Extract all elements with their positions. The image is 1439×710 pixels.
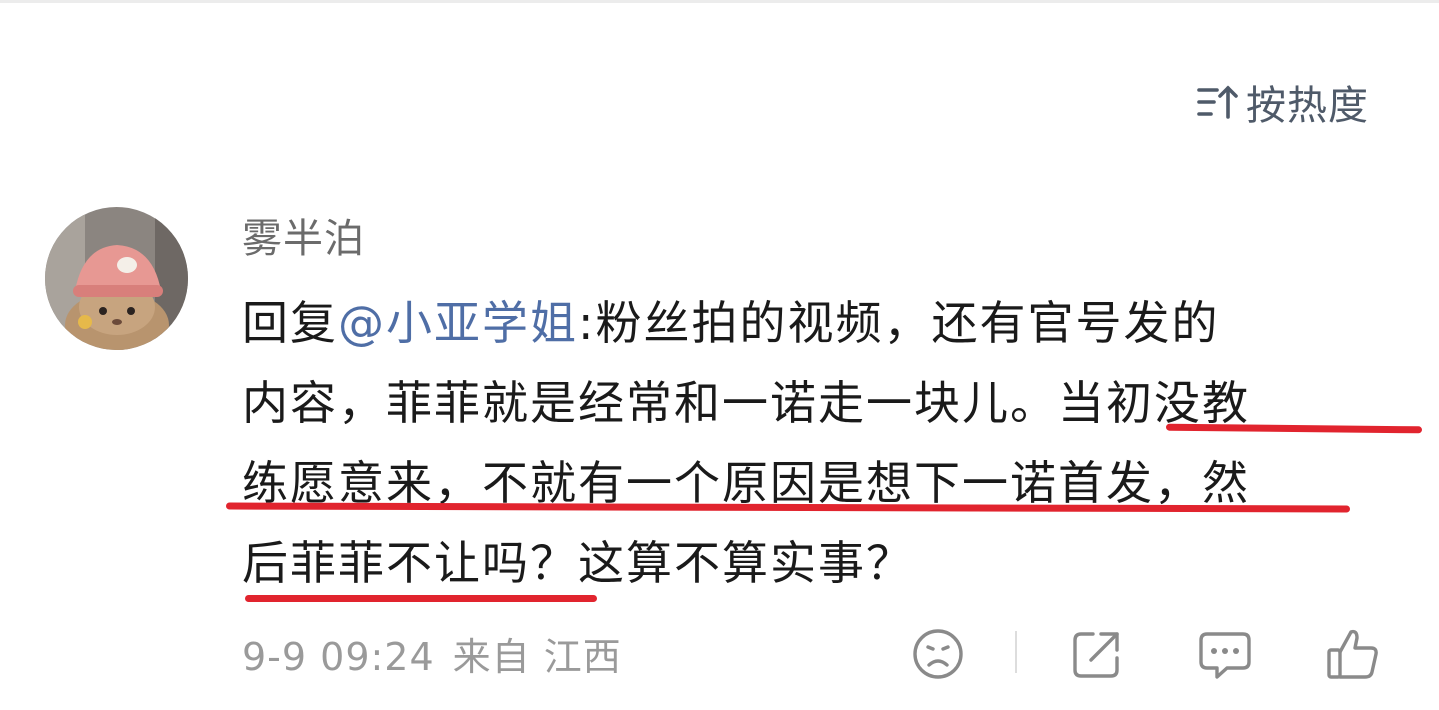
comment-line-1-text: :粉丝拍的视频，还有官号发的 xyxy=(578,296,1220,350)
mention-link[interactable]: @小亚学姐 xyxy=(338,296,578,350)
location: 来自 江西 xyxy=(452,635,622,679)
sort-label: 按热度 xyxy=(1246,83,1369,129)
sort-icon xyxy=(1197,85,1238,119)
top-divider xyxy=(0,0,1439,3)
like-icon[interactable] xyxy=(1325,626,1381,682)
avatar[interactable] xyxy=(45,207,188,350)
comment-text: 回复@小亚学姐:粉丝拍的视频，还有官号发的 内容，菲菲就是经常和一诺走一块儿。当… xyxy=(242,283,1417,603)
action-divider xyxy=(1015,631,1017,673)
sort-by-popularity-button[interactable]: 按热度 xyxy=(1196,78,1369,129)
username[interactable]: 雾半泊 xyxy=(242,206,365,264)
comment-line-1: 回复@小亚学姐:粉丝拍的视频，还有官号发的 xyxy=(242,283,1417,363)
red-underline-3 xyxy=(245,595,597,602)
share-icon[interactable] xyxy=(1069,626,1125,682)
comment-icon[interactable] xyxy=(1197,626,1253,682)
comment-line-4: 后菲菲不让吗？这算不算实事？ xyxy=(242,536,914,590)
comment-meta: 9-9 09:24 来自 江西 xyxy=(242,626,640,681)
reply-prefix: 回复 xyxy=(242,296,338,350)
sad-face-icon[interactable] xyxy=(910,626,966,682)
timestamp: 9-9 09:24 xyxy=(242,635,435,679)
